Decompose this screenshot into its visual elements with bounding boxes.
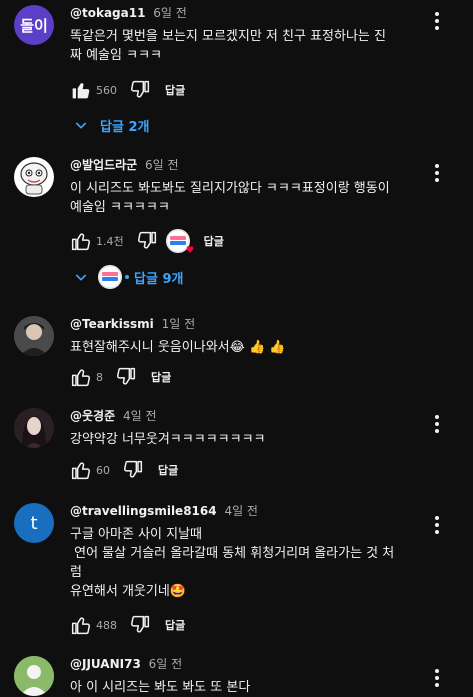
- comment-time[interactable]: 6일 전: [145, 158, 179, 172]
- reply-button[interactable]: 답글: [158, 462, 178, 478]
- creator-avatar-icon: [98, 265, 122, 289]
- thumbs-down-icon[interactable]: [129, 79, 151, 101]
- thumbs-down-icon[interactable]: [129, 614, 151, 636]
- comment-line: 이 시리즈도 봐도봐도 질리지가않다 ㅋㅋㅋ표정이랑 행동이: [70, 181, 390, 196]
- comment-text: 구글 아마존 사이 지날때 연어 물살 거슬러 올라갈때 동체 휘청거리며 올라…: [70, 525, 437, 601]
- comment-time[interactable]: 6일 전: [149, 657, 183, 671]
- avatar[interactable]: [14, 157, 54, 197]
- more-vert-icon[interactable]: [429, 666, 445, 690]
- reply-button[interactable]: 답글: [151, 369, 171, 385]
- thumbs-up-icon[interactable]: [70, 230, 92, 252]
- thumbs-up-icon[interactable]: [70, 79, 92, 101]
- comment-author[interactable]: @웃경준: [70, 409, 115, 423]
- thumbs-up-icon[interactable]: [70, 614, 92, 636]
- default-avatar-icon: [14, 656, 54, 696]
- avatar-initials: t: [30, 512, 38, 534]
- thumbs-up-icon[interactable]: [70, 459, 92, 481]
- comment-author[interactable]: @JJUANI73: [70, 657, 141, 671]
- person-avatar-icon: [14, 408, 54, 448]
- comment-line: 구글 아마존 사이 지날때: [70, 527, 202, 542]
- chevron-down-icon: [70, 266, 92, 288]
- avatar[interactable]: 돌이: [14, 5, 54, 45]
- reply-button[interactable]: 답글: [204, 233, 224, 249]
- replies-toggle[interactable]: 답글 2개: [70, 110, 149, 140]
- comment-author[interactable]: @tokaga11: [70, 6, 145, 20]
- comment-author[interactable]: @발업드라군: [70, 158, 137, 172]
- comment-text: 이 시리즈도 봐도봐도 질리지가않다 ㅋㅋㅋ표정이랑 행동이 예술임 ㅋㅋㅋㅋㅋ: [70, 179, 437, 217]
- comment-line: 똑같은거 몇번을 보는지 모르겠지만 저 친구 표정하나는 진: [70, 29, 386, 44]
- person-avatar-icon: [14, 316, 54, 356]
- comment-line: 아 이 시리즈는 봐도 봐도 또 본다: [70, 680, 251, 695]
- creator-avatar: [98, 265, 122, 289]
- more-vert-icon[interactable]: [429, 513, 445, 537]
- more-vert-icon[interactable]: [429, 161, 445, 185]
- more-vert-icon[interactable]: [429, 9, 445, 33]
- more-vert-icon[interactable]: [429, 412, 445, 436]
- creator-heart-badge: [165, 229, 193, 253]
- like-count: 1.4천: [96, 235, 124, 248]
- comment-text: 강약약강 너무웃겨ㅋㅋㅋㅋㅋㅋㅋㅋ: [70, 430, 437, 449]
- like-count: 488: [96, 618, 117, 632]
- thumbs-down-icon[interactable]: [136, 230, 158, 252]
- comment-line: 예술임 ㅋㅋㅋㅋㅋ: [70, 200, 170, 215]
- comment-line: 강약약강 너무웃겨ㅋㅋㅋㅋㅋㅋㅋㅋ: [70, 432, 266, 447]
- comment-text: 표현잘해주시니 웃음이나와서😂 👍 👍: [70, 338, 437, 357]
- like-count: 60: [96, 463, 110, 477]
- reply-button[interactable]: 답글: [165, 82, 185, 98]
- replies-count: 답글 9개: [134, 271, 184, 287]
- character-avatar-icon: [20, 162, 48, 195]
- avatar-initials: 돌이: [20, 16, 48, 35]
- comment-time[interactable]: 1일 전: [162, 317, 196, 331]
- comment-author[interactable]: @travellingsmile8164: [70, 504, 217, 518]
- comment-line-text: 표현잘해주시니 웃음이나와서: [70, 340, 230, 355]
- comment-line: 표현잘해주시니 웃음이나와서😂 👍 👍: [70, 338, 437, 357]
- comment-time[interactable]: 4일 전: [224, 504, 258, 518]
- comment-time[interactable]: 4일 전: [123, 409, 157, 423]
- avatar[interactable]: [14, 316, 54, 356]
- emoji-laugh-thumbs: 😂 👍 👍: [229, 340, 286, 355]
- comment-line-text: 유연해서 개웃기네: [70, 584, 170, 599]
- reply-button[interactable]: 답글: [165, 617, 185, 633]
- replies-count: 답글 2개: [100, 119, 150, 135]
- like-count: 560: [96, 83, 117, 97]
- thumbs-down-icon[interactable]: [115, 366, 137, 388]
- avatar[interactable]: [14, 656, 54, 696]
- dot-separator-icon: [122, 266, 132, 288]
- comment-text: 아 이 시리즈는 봐도 봐도 또 본다: [70, 678, 437, 697]
- heart-icon: [186, 246, 193, 253]
- comment-time[interactable]: 6일 전: [153, 6, 187, 20]
- avatar[interactable]: t: [14, 503, 54, 543]
- like-count: 8: [96, 370, 103, 384]
- chevron-down-icon: [70, 114, 92, 136]
- comment-line: 유연해서 개웃기네🤩: [70, 582, 437, 601]
- comment-line: 럼: [70, 565, 82, 580]
- avatar[interactable]: [14, 408, 54, 448]
- thumbs-down-icon[interactable]: [122, 459, 144, 481]
- replies-toggle[interactable]: 답글 9개: [70, 262, 183, 292]
- comment-author[interactable]: @Tearkissmi: [70, 317, 154, 331]
- comment-line: 짜 예술임 ㅋㅋㅋ: [70, 48, 162, 63]
- comment-text: 똑같은거 몇번을 보는지 모르겠지만 저 친구 표정하나는 진 짜 예술임 ㅋㅋ…: [70, 27, 437, 65]
- emoji-star-struck: 🤩: [169, 584, 186, 599]
- comment-line: 연어 물살 거슬러 올라갈때 동체 휘청거리며 올라가는 것 처: [70, 546, 395, 561]
- thumbs-up-icon[interactable]: [70, 366, 92, 388]
